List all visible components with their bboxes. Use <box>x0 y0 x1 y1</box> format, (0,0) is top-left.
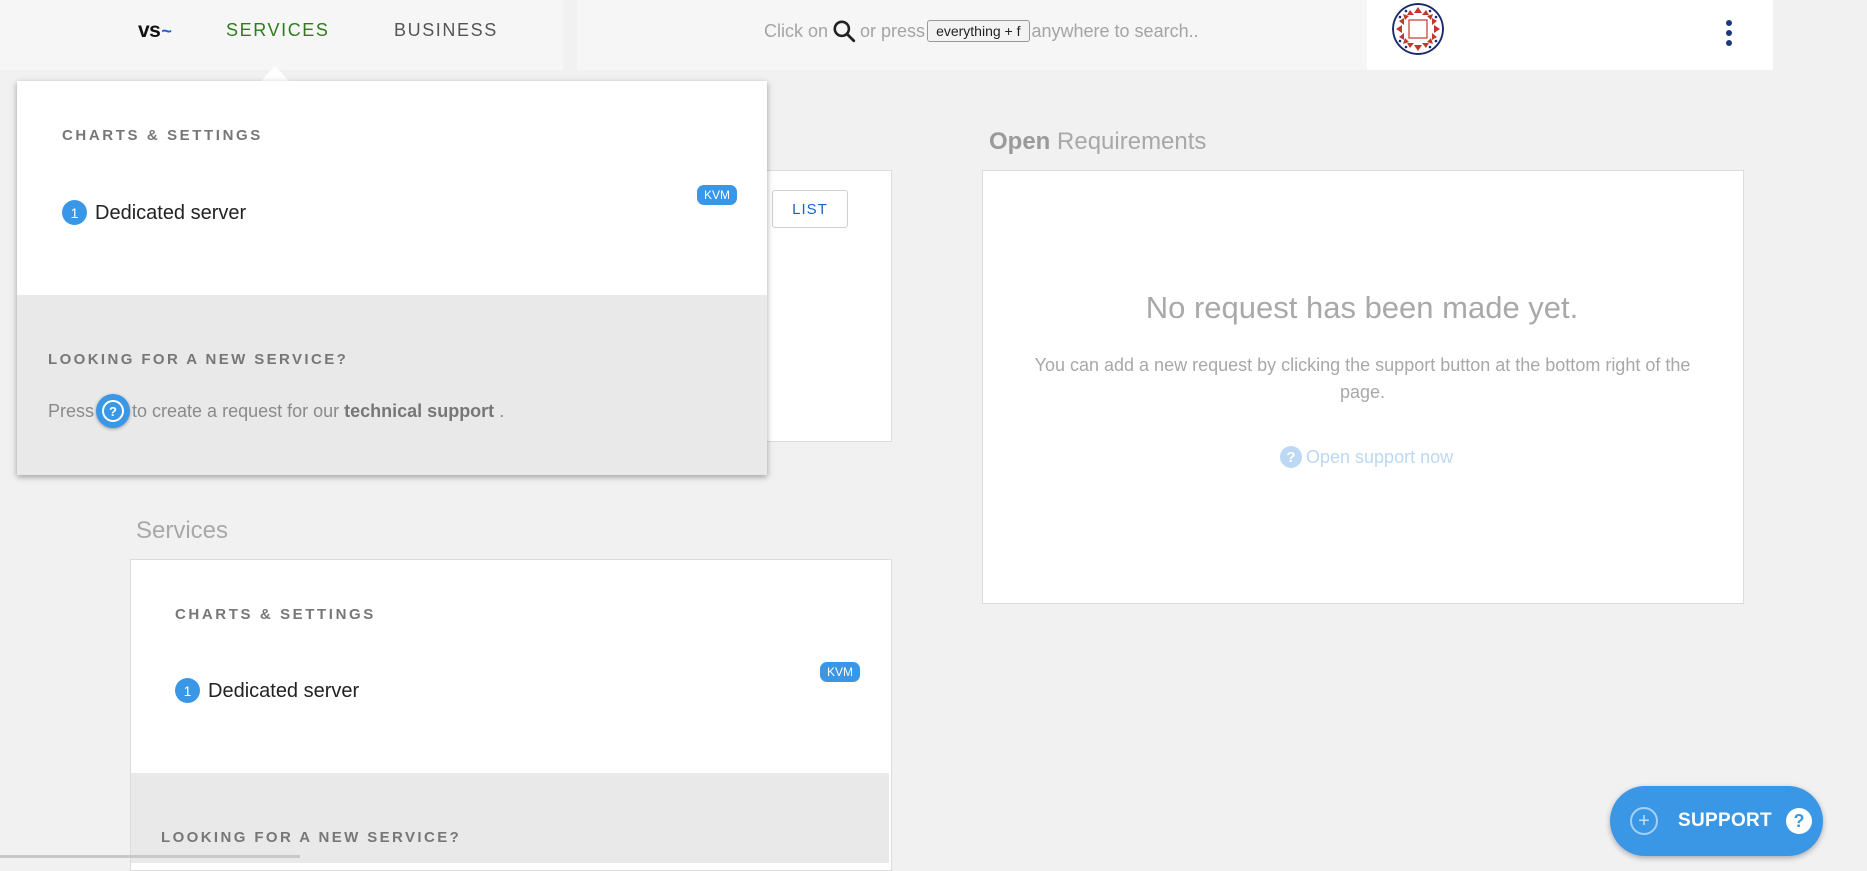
question-icon: ? <box>1785 808 1812 834</box>
avatar[interactable] <box>1392 3 1444 55</box>
nav-services[interactable]: SERVICES <box>226 20 330 41</box>
services-section-heading: CHARTS & SETTINGS <box>175 606 376 623</box>
service-count-badge: 1 <box>175 678 200 703</box>
kebab-dot <box>1726 30 1732 36</box>
press-after: to create a request for our <box>132 400 340 421</box>
search-shortcut-kbd: everything + f <box>927 20 1030 42</box>
dropdown-arrow <box>261 66 289 81</box>
requirements-title: Open Requirements <box>989 128 1206 156</box>
question-icon[interactable]: ? <box>96 394 131 428</box>
search-hint[interactable]: Click on or press everything + f anywher… <box>764 18 1199 44</box>
technical-support-link[interactable]: technical support <box>344 401 494 422</box>
requirements-title-bold: Open <box>989 128 1051 155</box>
dropdown-section-heading: CHARTS & SETTINGS <box>62 127 263 144</box>
more-vert-icon[interactable] <box>1724 20 1734 46</box>
logo-text: vs <box>138 19 161 42</box>
search-hint-middle: or press <box>860 20 926 41</box>
open-support-label: Open support now <box>1306 446 1454 467</box>
logo[interactable]: vs~ <box>138 19 172 43</box>
dropdown-press-text: Press ? to create a request for our tech… <box>48 394 504 428</box>
requirements-title-rest: Requirements <box>1057 128 1207 155</box>
dropdown-count-badge: 1 <box>62 200 87 225</box>
new-service-box <box>131 773 889 863</box>
new-service-heading: LOOKING FOR A NEW SERVICE? <box>161 829 462 846</box>
services-dropdown: CHARTS & SETTINGS 1 Dedicated server KVM… <box>17 81 767 475</box>
press-before: Press <box>48 400 95 421</box>
dropdown-new-service-heading: LOOKING FOR A NEW SERVICE? <box>48 351 349 368</box>
search-hint-before: Click on <box>764 20 829 41</box>
empty-state-desc: You can add a new request by clicking th… <box>1034 355 1691 402</box>
search-icon[interactable] <box>831 18 857 44</box>
kebab-dot <box>1726 40 1732 46</box>
open-support-link[interactable]: ? Open support now <box>1280 446 1453 468</box>
question-icon: ? <box>1280 446 1302 468</box>
services-title: Services <box>136 517 229 544</box>
logo-tilde: ~ <box>161 21 172 41</box>
search-hint-after: anywhere to search.. <box>1031 20 1199 41</box>
avatar-pattern-icon <box>1392 3 1444 55</box>
list-button[interactable]: LIST <box>772 190 848 228</box>
dropdown-kvm-badge: KVM <box>697 185 738 205</box>
support-button[interactable]: + SUPPORT ? <box>1610 786 1823 856</box>
service-item-name[interactable]: Dedicated server <box>208 680 359 703</box>
dropdown-new-service-box: LOOKING FOR A NEW SERVICE? Press ? to cr… <box>17 295 767 475</box>
plus-icon: + <box>1630 807 1658 835</box>
kebab-dot <box>1726 20 1732 26</box>
nav-business[interactable]: BUSINESS <box>394 20 498 41</box>
support-label: SUPPORT <box>1678 810 1772 831</box>
kvm-badge: KVM <box>820 662 861 682</box>
empty-state-title: No request has been made yet. <box>1145 290 1579 325</box>
press-end: . <box>499 400 505 421</box>
dropdown-item-name[interactable]: Dedicated server <box>95 202 246 225</box>
